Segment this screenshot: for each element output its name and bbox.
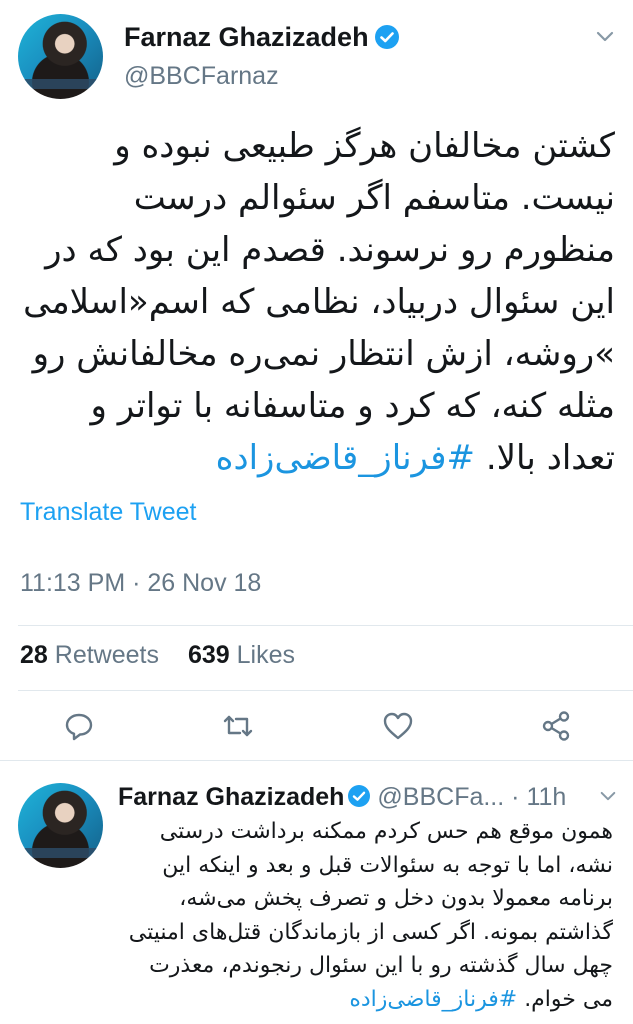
verified-badge-icon xyxy=(374,24,399,49)
reply-header: Farnaz Ghazizadeh @BBCFa... · 11h xyxy=(118,783,566,812)
tweet-text: همون موقع هم حس کردم ممکنه برداشت درستی … xyxy=(112,815,613,1016)
divider xyxy=(18,690,633,691)
retweet-label: Retweets xyxy=(54,641,159,669)
hashtag-link[interactable]: #فرناز_قاضی‌زاده xyxy=(216,438,475,478)
retweet-icon[interactable] xyxy=(221,709,255,743)
translate-tweet-link[interactable]: Translate Tweet xyxy=(20,498,196,527)
divider xyxy=(0,760,633,761)
separator-dot: · xyxy=(511,783,520,811)
share-icon[interactable] xyxy=(539,709,573,743)
heart-icon[interactable] xyxy=(381,709,415,743)
retweets-stat[interactable]: 28 Retweets xyxy=(20,641,159,669)
author-handle[interactable]: @BBCFa... xyxy=(377,783,504,811)
tweet-time[interactable]: 11h xyxy=(526,783,566,811)
retweet-count: 28 xyxy=(20,641,48,669)
verified-badge-icon xyxy=(348,785,371,808)
like-count: 639 xyxy=(187,641,230,669)
tweet-timestamp[interactable]: 11:13 PM · 26 Nov 18 xyxy=(20,569,261,598)
author-name-text: Farnaz Ghazizadeh xyxy=(124,22,369,52)
chevron-down-icon[interactable] xyxy=(599,790,617,803)
author-name[interactable]: Farnaz Ghazizadeh xyxy=(124,22,399,53)
tweet-body: همون موقع هم حس کردم ممکنه برداشت درستی … xyxy=(128,819,613,1012)
tweet-body: کشتن مخالفان هرگز طبیعی نبوده و نیست. مت… xyxy=(23,126,615,478)
divider xyxy=(18,625,633,626)
engagement-stats: 28 Retweets 639 Likes xyxy=(20,641,295,670)
author-name[interactable]: Farnaz Ghazizadeh xyxy=(118,783,344,811)
tweet-text: کشتن مخالفان هرگز طبیعی نبوده و نیست. مت… xyxy=(18,120,615,484)
author-avatar[interactable] xyxy=(18,783,103,868)
likes-stat[interactable]: 639 Likes xyxy=(188,641,295,669)
reply-icon[interactable] xyxy=(62,709,96,743)
author-avatar[interactable] xyxy=(18,14,103,99)
hashtag-link[interactable]: #فرناز_قاضی‌زاده xyxy=(349,987,517,1012)
like-label: Likes xyxy=(236,641,295,669)
author-handle[interactable]: @BBCFarnaz xyxy=(124,62,279,91)
chevron-down-icon[interactable] xyxy=(595,30,615,44)
